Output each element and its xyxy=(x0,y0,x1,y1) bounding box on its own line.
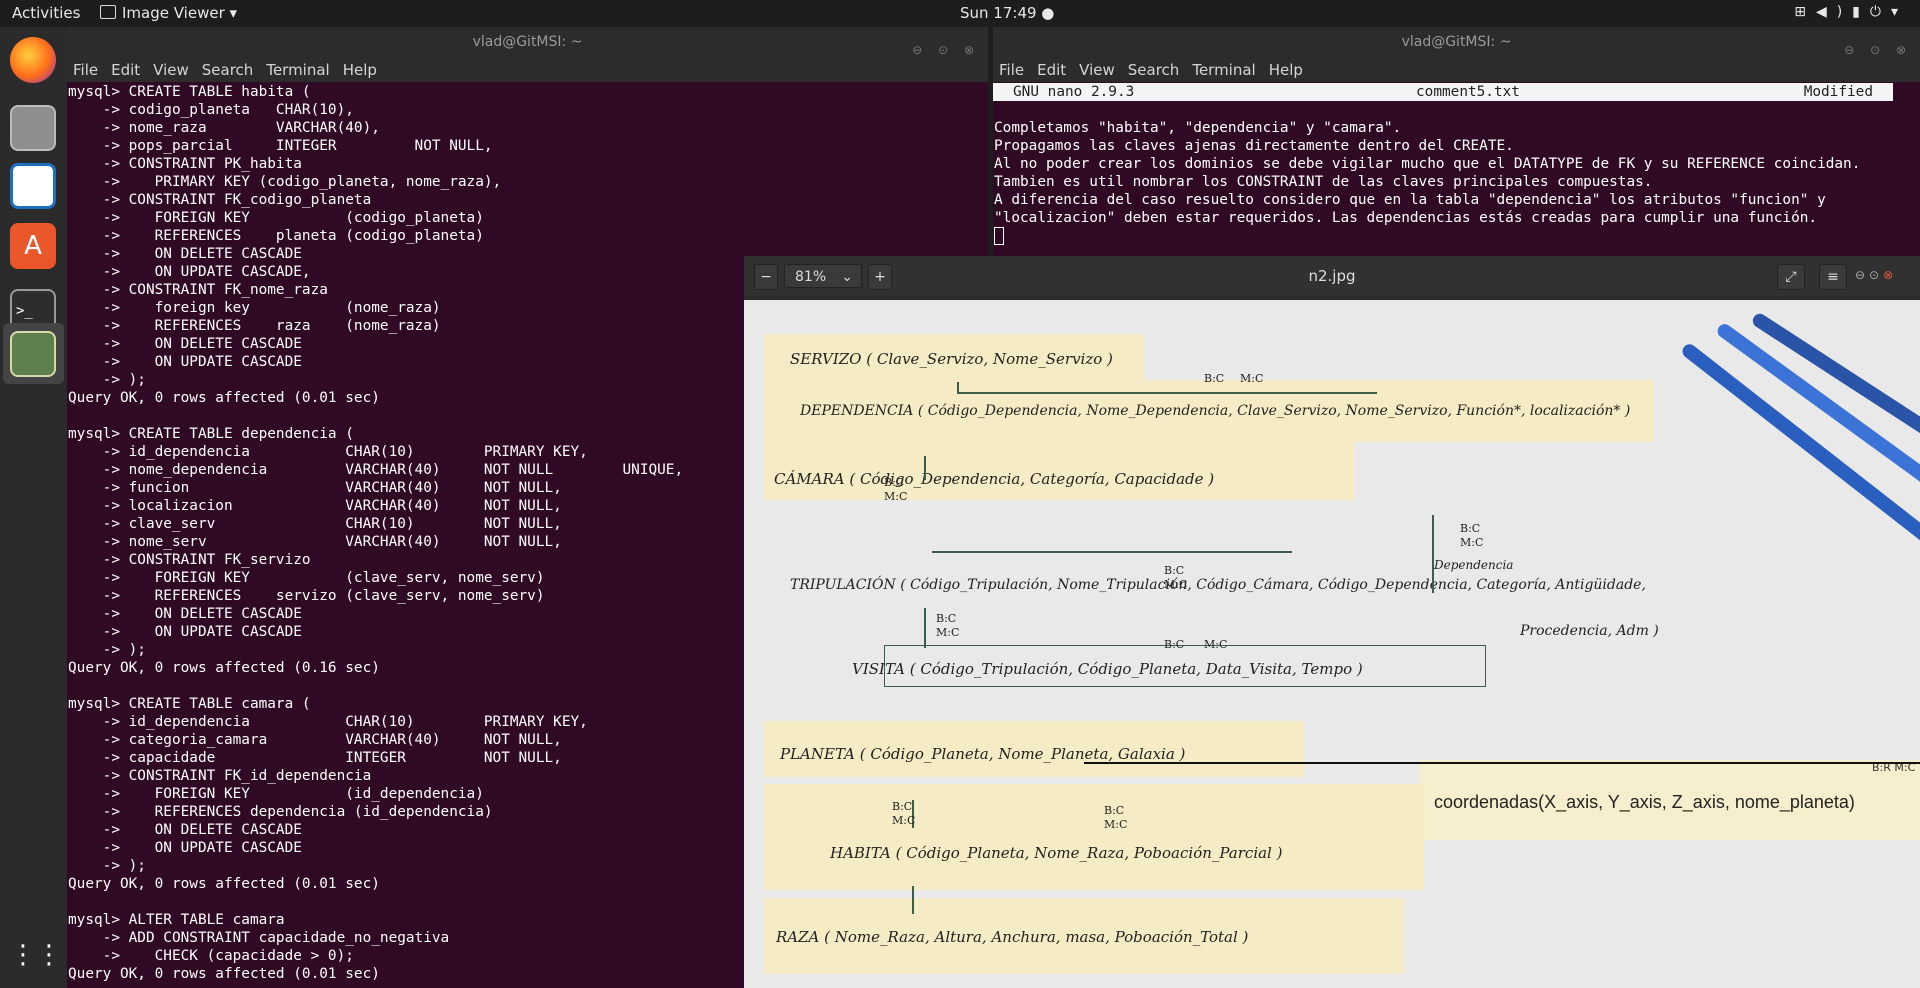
nano-version: GNU nano 2.9.3 xyxy=(1013,84,1135,100)
rule-bc-label: B:C xyxy=(1460,522,1481,535)
coordenadas-entity: coordenadas(X_axis, Y_axis, Z_axis, nome… xyxy=(1434,792,1855,812)
menu-edit[interactable]: Edit xyxy=(1037,61,1066,79)
dependencia-entity: DEPENDENCIA ( Código_Dependencia, Nome_D… xyxy=(800,403,1631,419)
rule-bc-label: B:C xyxy=(1164,564,1185,577)
volume-icon: ◀) xyxy=(1815,4,1853,20)
rule-mc-label: M:C xyxy=(892,814,916,827)
rule-bc-label: B:C xyxy=(1204,372,1225,385)
rule-mc-label: M:C xyxy=(1240,372,1264,385)
menu-help[interactable]: Help xyxy=(1269,61,1303,79)
servizo-entity: SERVIZO ( Clave_Servizo, Nome_Servizo ) xyxy=(790,350,1113,368)
menu-view[interactable]: View xyxy=(153,61,189,79)
viewer-headerbar[interactable]: − 81% ⌄ + n2.jpg ⤢ ≡ ⊖⊙⊗ xyxy=(744,256,1920,296)
rule-mc-label: M:C xyxy=(1104,818,1128,831)
note-card xyxy=(764,784,1424,890)
terminal-titlebar[interactable]: vlad@GitMSI: ~ ⊖ ⊙ ⊗ xyxy=(993,27,1920,58)
clock[interactable]: Sun 17:49 ● xyxy=(960,4,1054,22)
relation-line xyxy=(957,392,1377,394)
text-cursor xyxy=(994,227,1004,245)
top-bar: Activities Image Viewer ▾ Sun 17:49 ● ⊞◀… xyxy=(0,0,1920,27)
image-viewer-window[interactable]: − 81% ⌄ + n2.jpg ⤢ ≡ ⊖⊙⊗ SERVIZO ( Clave_… xyxy=(744,256,1920,988)
window-controls[interactable]: ⊖ ⊙ ⊗ xyxy=(1844,35,1912,66)
relation-arrow xyxy=(924,608,926,648)
dock: A >_ ⋮⋮ xyxy=(0,27,67,988)
rule-bc-label: B:C xyxy=(1164,638,1185,651)
image-viewer-icon[interactable] xyxy=(10,331,56,377)
battery-icon: ▮ xyxy=(1852,4,1870,20)
rule-mc-label: M:C xyxy=(1164,578,1188,591)
terminal-titlebar[interactable]: vlad@GitMSI: ~ ⊖ ⊙ ⊗ xyxy=(67,27,988,58)
firefox-icon[interactable] xyxy=(10,37,56,83)
software-icon[interactable]: A xyxy=(10,223,56,269)
habita-entity: HABITA ( Código_Planeta, Nome_Raza, Pobo… xyxy=(830,844,1283,862)
hamburger-menu-icon[interactable]: ≡ xyxy=(1819,264,1847,290)
rule-bc-label: B:C xyxy=(936,612,957,625)
rule-bc-label: B:C xyxy=(1104,804,1125,817)
nano-header: GNU nano 2.9.3 comment5.txt Modified xyxy=(993,83,1893,101)
tripulacion-entity-continued: Procedencia, Adm ) xyxy=(1520,623,1659,639)
viewer-title: n2.jpg xyxy=(1308,267,1356,285)
show-apps-icon[interactable]: ⋮⋮ xyxy=(10,932,62,978)
power-icon: ⏻▾ xyxy=(1869,4,1908,20)
files-icon[interactable] xyxy=(10,105,56,151)
menu-edit[interactable]: Edit xyxy=(111,61,140,79)
app-menu[interactable]: Image Viewer ▾ xyxy=(100,4,237,22)
nano-status: Modified xyxy=(1803,84,1873,100)
menu-file[interactable]: File xyxy=(73,61,98,79)
relation-arrow xyxy=(924,456,926,480)
dependencia-note: Dependencia xyxy=(1434,558,1514,572)
pen-decoration xyxy=(1750,311,1920,465)
window-title: vlad@GitMSI: ~ xyxy=(472,34,583,50)
menu-terminal[interactable]: Terminal xyxy=(1192,61,1255,79)
menu-view[interactable]: View xyxy=(1079,61,1115,79)
nano-text[interactable]: Completamos "habita", "dependencia" y "c… xyxy=(994,119,1860,227)
planeta-entity: PLANETA ( Código_Planeta, Nome_Planeta, … xyxy=(780,745,1186,763)
window-controls[interactable]: ⊖⊙⊗ xyxy=(1855,268,1897,282)
terminal-menubar: File Edit View Search Terminal Help xyxy=(993,58,1920,82)
menu-help[interactable]: Help xyxy=(343,61,377,79)
app-name: Image Viewer ▾ xyxy=(122,4,238,22)
menu-file[interactable]: File xyxy=(999,61,1024,79)
menu-search[interactable]: Search xyxy=(202,61,254,79)
system-tray[interactable]: ⊞◀)▮⏻▾ xyxy=(1794,4,1908,20)
nano-filename: comment5.txt xyxy=(1416,84,1520,100)
terminal-menubar: File Edit View Search Terminal Help xyxy=(67,58,988,82)
relation-line xyxy=(1084,762,1920,764)
activities-button[interactable]: Activities xyxy=(12,4,80,22)
image-viewer-app-icon xyxy=(100,5,116,19)
diagram-photo: SERVIZO ( Clave_Servizo, Nome_Servizo ) … xyxy=(744,300,1920,988)
menu-search[interactable]: Search xyxy=(1128,61,1180,79)
rule-mc-label: M:C xyxy=(1460,536,1484,549)
fullscreen-icon[interactable]: ⤢ xyxy=(1777,264,1805,290)
nano-editor[interactable]: Completamos "habita", "dependencia" y "c… xyxy=(994,119,1860,246)
raza-entity: RAZA ( Nome_Raza, Altura, Anchura, masa,… xyxy=(776,928,1249,946)
window-controls[interactable]: ⊖ ⊙ ⊗ xyxy=(912,35,980,66)
relation-arrow xyxy=(912,886,914,914)
rule-bc-label: B:C xyxy=(884,476,905,489)
visita-bracket xyxy=(884,645,1486,687)
rule-bc-label: B:C xyxy=(892,800,913,813)
tripulacion-entity: TRIPULACIÓN ( Código_Tripulación, Nome_T… xyxy=(790,577,1646,593)
menu-terminal[interactable]: Terminal xyxy=(266,61,329,79)
writer-icon[interactable] xyxy=(10,163,56,209)
network-icon: ⊞ xyxy=(1794,4,1816,20)
relation-line xyxy=(932,551,1292,553)
rule-mc-label: M:C xyxy=(1204,638,1228,651)
rule-mc-label: M:C xyxy=(884,490,908,503)
window-title: vlad@GitMSI: ~ xyxy=(1401,34,1512,50)
terminal-output[interactable]: mysql> CREATE TABLE habita ( -> codigo_p… xyxy=(68,83,683,988)
camara-entity: CÁMARA ( Código_Dependencia, Categoría, … xyxy=(774,470,1215,488)
relation-line xyxy=(1432,515,1434,593)
rule-mc-label: M:C xyxy=(936,626,960,639)
